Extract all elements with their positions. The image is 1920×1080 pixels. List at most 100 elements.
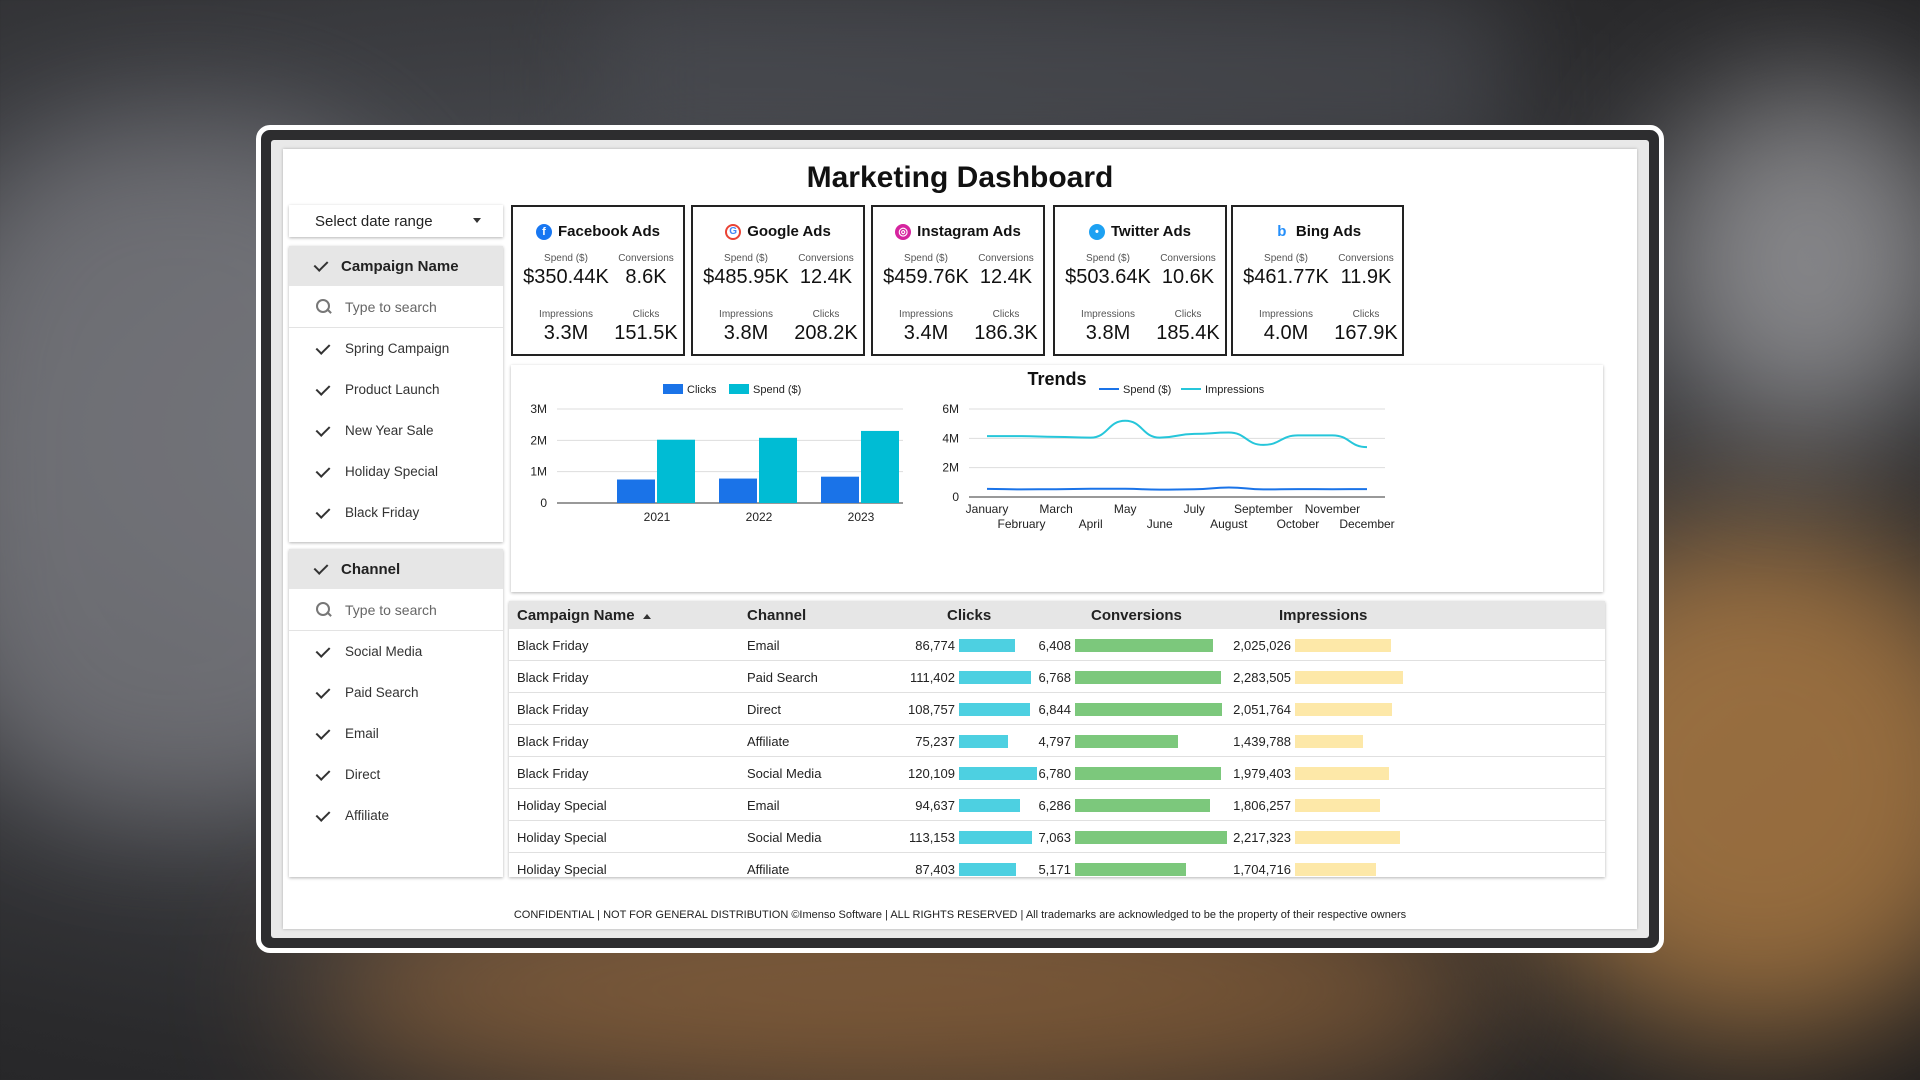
check-icon (315, 464, 331, 480)
campaign-filter-item-label: Holiday Special (345, 464, 439, 479)
screen: Marketing Dashboard Select date range Ca… (271, 140, 1649, 938)
table-row[interactable]: Black Friday Paid Search 111,402 6,768 2,283… (509, 661, 1605, 693)
check-icon (315, 644, 331, 660)
kpi-spend: Spend ($) $485.95K (701, 253, 791, 289)
kpi-spend: Spend ($) $503.64K (1063, 253, 1153, 289)
cell-conversions: 5,171 (1038, 862, 1071, 877)
channel-filter-item[interactable]: Paid Search (289, 672, 503, 713)
kpi-conversions-value: 11.9K (1340, 266, 1392, 288)
cell-clicks: 113,153 (908, 830, 955, 845)
kpi-name: Facebook Ads (558, 223, 660, 240)
table-row[interactable]: Black Friday Social Media 120,109 6,780 1,97… (509, 757, 1605, 789)
cell-campaign: Black Friday (517, 638, 589, 653)
kpi-clicks: Clicks 186.3K (961, 309, 1051, 345)
cell-clicks: 87,403 (915, 862, 955, 877)
campaign-filter-item[interactable]: Holiday Special (289, 451, 503, 492)
trends-title: Trends (1027, 369, 1087, 389)
campaign-filter-item[interactable]: Product Launch (289, 369, 503, 410)
kpi-conversions-value: 10.6K (1161, 266, 1215, 288)
kpi-title: b Bing Ads (1233, 223, 1402, 240)
x-tick-label: September (1234, 502, 1293, 516)
conversions-bar (1075, 639, 1213, 652)
kpi-impressions: Impressions 3.4M (881, 309, 971, 345)
search-icon (315, 298, 333, 316)
kpi-card-instagram-ads: ◎ Instagram Ads Spend ($) $459.76K Conversio… (871, 205, 1045, 356)
cell-clicks: 86,774 (915, 638, 955, 653)
channel-filter-item[interactable]: Social Media (289, 631, 503, 672)
table-row[interactable]: Black Friday Email 86,774 6,408 2,025,026 (509, 629, 1605, 661)
kpi-clicks-value: 186.3K (974, 322, 1038, 344)
kpi-clicks-label: Clicks (812, 309, 840, 320)
col-clicks-header[interactable]: Clicks (947, 607, 991, 624)
kpi-name: Instagram Ads (917, 223, 1021, 240)
bar-spend--2022 (759, 437, 797, 503)
cell-conversions: 6,780 (1038, 766, 1071, 781)
col-conversions-header[interactable]: Conversions (1091, 607, 1182, 624)
campaign-filter-header[interactable]: Campaign Name (289, 246, 503, 286)
cell-campaign: Holiday Special (517, 830, 607, 845)
table-row[interactable]: Holiday Special Affiliate 87,403 5,171 1,704… (509, 853, 1605, 877)
channel-filter-title: Channel (341, 560, 401, 578)
x-tick-label: November (1305, 502, 1360, 516)
kpi-card-twitter-ads: • Twitter Ads Spend ($) $503.64K Conversions… (1053, 205, 1227, 356)
cell-channel: Social Media (747, 766, 822, 781)
table-row[interactable]: Holiday Special Email 94,637 6,286 1,806,257 (509, 789, 1605, 821)
channel-filter-header[interactable]: Channel (289, 549, 503, 589)
kpi-conversions: Conversions 11.9K (1321, 253, 1411, 289)
kpi-spend: Spend ($) $350.44K (521, 253, 611, 289)
conversions-bar (1075, 671, 1221, 684)
caret-down-icon (473, 218, 481, 223)
campaign-filter-item[interactable]: Black Friday (289, 492, 503, 533)
cell-conversions: 6,286 (1038, 798, 1071, 813)
campaign-filter-item[interactable]: New Year Sale (289, 410, 503, 451)
table-row[interactable]: Holiday Special Social Media 113,153 7,063 2… (509, 821, 1605, 853)
cell-campaign: Black Friday (517, 766, 589, 781)
kpi-card-google-ads: G Google Ads Spend ($) $485.95K Conversions 1… (691, 205, 865, 356)
kpi-title: ◎ Instagram Ads (873, 223, 1043, 240)
table-row[interactable]: Black Friday Direct 108,757 6,844 2,051,764 (509, 693, 1605, 725)
check-icon (315, 423, 331, 439)
impressions-bar (1295, 863, 1376, 876)
kpi-spend-value: $485.95K (703, 266, 789, 288)
conversions-bar (1075, 831, 1227, 844)
campaign-filter-item[interactable]: Spring Campaign (289, 328, 503, 369)
x-tick-label: 2023 (848, 510, 875, 524)
google-icon: G (725, 223, 742, 240)
channel-filter-item[interactable]: Affiliate (289, 795, 503, 836)
channel-filter-item[interactable]: Direct (289, 754, 503, 795)
page-title: Marketing Dashboard (806, 161, 1114, 194)
y-tick-label: 6M (942, 402, 959, 416)
table-row[interactable]: Black Friday Affiliate 75,237 4,797 1,439,78… (509, 725, 1605, 757)
kpi-clicks: Clicks 185.4K (1143, 309, 1233, 345)
check-icon (315, 685, 331, 701)
kpi-clicks-label: Clicks (632, 309, 660, 320)
kpi-conversions-label: Conversions (618, 253, 674, 264)
kpi-title: G Google Ads (693, 223, 863, 240)
kpi-impressions-value: 3.4M (903, 322, 949, 344)
kpi-conversions: Conversions 12.4K (961, 253, 1051, 289)
date-range-select[interactable]: Select date range (289, 205, 503, 237)
bar-spend--2021 (657, 439, 695, 503)
cell-campaign: Holiday Special (517, 862, 607, 877)
kpi-clicks: Clicks 151.5K (601, 309, 691, 345)
cell-clicks: 120,109 (908, 766, 955, 781)
cell-impressions: 1,439,788 (1233, 734, 1291, 749)
conversions-bar (1075, 863, 1187, 876)
cell-channel: Email (747, 798, 780, 813)
x-tick-label: December (1339, 517, 1394, 531)
kpi-impressions-value: 3.8M (723, 322, 769, 344)
kpi-clicks-value: 167.9K (1334, 322, 1398, 344)
kpi-spend: Spend ($) $461.77K (1241, 253, 1331, 289)
impressions-bar (1295, 799, 1381, 812)
kpi-impressions-value: 3.8M (1085, 322, 1131, 344)
kpi-impressions-label: Impressions (899, 309, 953, 320)
kpi-impressions: Impressions 3.8M (701, 309, 791, 345)
channel-filter-item[interactable]: Email (289, 713, 503, 754)
col-channel-header[interactable]: Channel (747, 607, 806, 624)
col-campaign-header[interactable]: Campaign Name (517, 607, 651, 624)
col-impressions-header[interactable]: Impressions (1279, 607, 1367, 624)
y-tick-label: 3M (530, 402, 547, 416)
channel-filter-item-label: Paid Search (345, 685, 419, 700)
channel-search-input[interactable]: Type to search (289, 589, 503, 631)
campaign-search-input[interactable]: Type to search (289, 286, 503, 328)
